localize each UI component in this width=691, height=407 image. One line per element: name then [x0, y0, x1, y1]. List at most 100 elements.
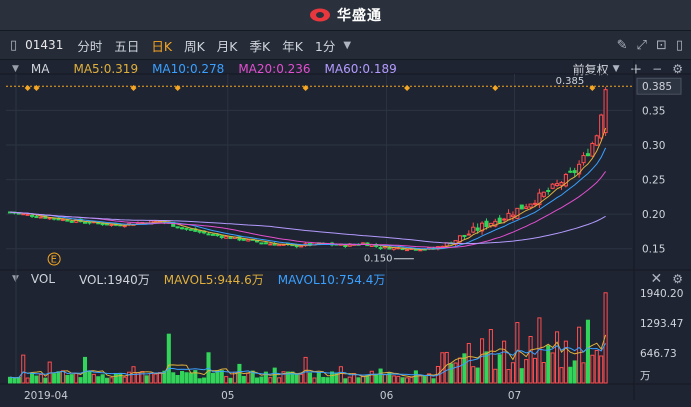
candle-body[interactable]: [38, 216, 43, 219]
volume-bar[interactable]: [369, 370, 374, 384]
volume-bar[interactable]: [246, 372, 251, 384]
volume-bar[interactable]: [422, 376, 427, 384]
volume-bar[interactable]: [74, 373, 79, 384]
candle-body[interactable]: [484, 220, 489, 228]
volume-bar[interactable]: [202, 377, 207, 384]
volume-bar[interactable]: [413, 370, 418, 384]
volume-bar[interactable]: [210, 372, 215, 384]
volume-bar[interactable]: [343, 378, 348, 384]
volume-bar[interactable]: [325, 377, 330, 384]
candle-body[interactable]: [30, 214, 35, 217]
volume-bar[interactable]: [166, 333, 171, 384]
candle-body[interactable]: [65, 219, 70, 222]
volume-bar[interactable]: [224, 376, 229, 384]
volume-bar[interactable]: [475, 367, 480, 384]
event-diamond-icon[interactable]: [492, 85, 499, 91]
volume-bar[interactable]: [109, 377, 114, 384]
volume-bar[interactable]: [594, 349, 599, 384]
volume-bar[interactable]: [69, 374, 74, 384]
volume-bar[interactable]: [12, 377, 17, 384]
candle-body[interactable]: [241, 238, 246, 241]
volume-bar[interactable]: [502, 340, 507, 384]
volume-bar[interactable]: [590, 354, 595, 384]
volume-bar[interactable]: [60, 370, 65, 384]
candle-body[interactable]: [378, 247, 383, 250]
candle-body[interactable]: [466, 233, 471, 236]
candle-body[interactable]: [219, 235, 224, 239]
volume-bar[interactable]: [228, 377, 233, 384]
volume-bar[interactable]: [219, 370, 224, 384]
volume-bar[interactable]: [272, 367, 277, 384]
candle-body[interactable]: [550, 183, 555, 189]
volume-bar[interactable]: [581, 362, 586, 384]
candle-body[interactable]: [263, 242, 268, 245]
volume-bar[interactable]: [299, 373, 304, 384]
volume-bar[interactable]: [255, 377, 260, 384]
candle-body[interactable]: [369, 244, 374, 247]
volume-bar[interactable]: [294, 374, 299, 384]
volume-bar[interactable]: [25, 377, 30, 384]
candle-body[interactable]: [603, 89, 608, 134]
candle-body[interactable]: [590, 143, 595, 157]
candle-body[interactable]: [510, 214, 515, 218]
volume-bar[interactable]: [188, 372, 193, 384]
volume-bar[interactable]: [510, 362, 515, 384]
candle-body[interactable]: [277, 243, 282, 247]
volume-bar[interactable]: [585, 319, 590, 384]
candle-body[interactable]: [568, 170, 573, 173]
volume-bar[interactable]: [277, 377, 282, 384]
volume-bar[interactable]: [118, 372, 123, 384]
volume-bar[interactable]: [237, 363, 242, 384]
candle-body[interactable]: [572, 170, 577, 174]
chart-canvas[interactable]: 0.385 0.150 E 0.385 0.35 0.30 0.25 0.20 0.15 194…: [0, 0, 691, 407]
volume-bar[interactable]: [524, 359, 529, 384]
volume-bar[interactable]: [153, 373, 158, 384]
volume-bar[interactable]: [259, 376, 264, 384]
volume-bar[interactable]: [175, 374, 180, 384]
volume-bar[interactable]: [519, 368, 524, 384]
volume-bar[interactable]: [7, 376, 13, 384]
volume-bar[interactable]: [484, 351, 489, 384]
volume-bar[interactable]: [312, 377, 317, 384]
volume-bar[interactable]: [316, 372, 321, 384]
volume-bar[interactable]: [577, 326, 582, 384]
candle-body[interactable]: [519, 204, 524, 210]
volume-bar[interactable]: [149, 372, 154, 384]
candle-body[interactable]: [555, 183, 560, 187]
candle-body[interactable]: [259, 242, 264, 245]
volume-bar[interactable]: [488, 329, 493, 384]
volume-bar[interactable]: [338, 366, 343, 384]
candle-body[interactable]: [82, 221, 88, 224]
event-diamond-icon[interactable]: [404, 85, 411, 91]
candle-body[interactable]: [210, 233, 215, 236]
volume-bar[interactable]: [87, 370, 92, 384]
candle-body[interactable]: [581, 155, 586, 164]
volume-bar[interactable]: [122, 376, 127, 384]
candle-body[interactable]: [122, 225, 127, 228]
volume-bar[interactable]: [82, 356, 88, 384]
volume-bar[interactable]: [30, 373, 35, 384]
volume-bar[interactable]: [100, 374, 105, 384]
candle-body[interactable]: [184, 227, 189, 230]
volume-bar[interactable]: [418, 374, 423, 384]
volume-bar[interactable]: [330, 371, 335, 384]
candle-body[interactable]: [532, 202, 538, 205]
volume-bar[interactable]: [197, 378, 202, 384]
volume-bar[interactable]: [555, 331, 560, 384]
volume-bar[interactable]: [96, 376, 101, 384]
volume-bar[interactable]: [599, 355, 604, 384]
candle-body[interactable]: [585, 153, 590, 157]
volume-bar[interactable]: [356, 377, 361, 384]
volume-bar[interactable]: [471, 366, 476, 384]
candle-body[interactable]: [471, 226, 476, 233]
volume-bar[interactable]: [16, 376, 21, 384]
volume-bar[interactable]: [506, 369, 511, 384]
volume-bar[interactable]: [43, 377, 48, 384]
volume-bar[interactable]: [572, 360, 577, 384]
candle-body[interactable]: [497, 217, 502, 224]
volume-bar[interactable]: [528, 336, 533, 384]
candle-body[interactable]: [188, 228, 193, 231]
volume-bar[interactable]: [78, 377, 83, 384]
candle-body[interactable]: [462, 234, 467, 237]
candle-body[interactable]: [502, 218, 507, 221]
